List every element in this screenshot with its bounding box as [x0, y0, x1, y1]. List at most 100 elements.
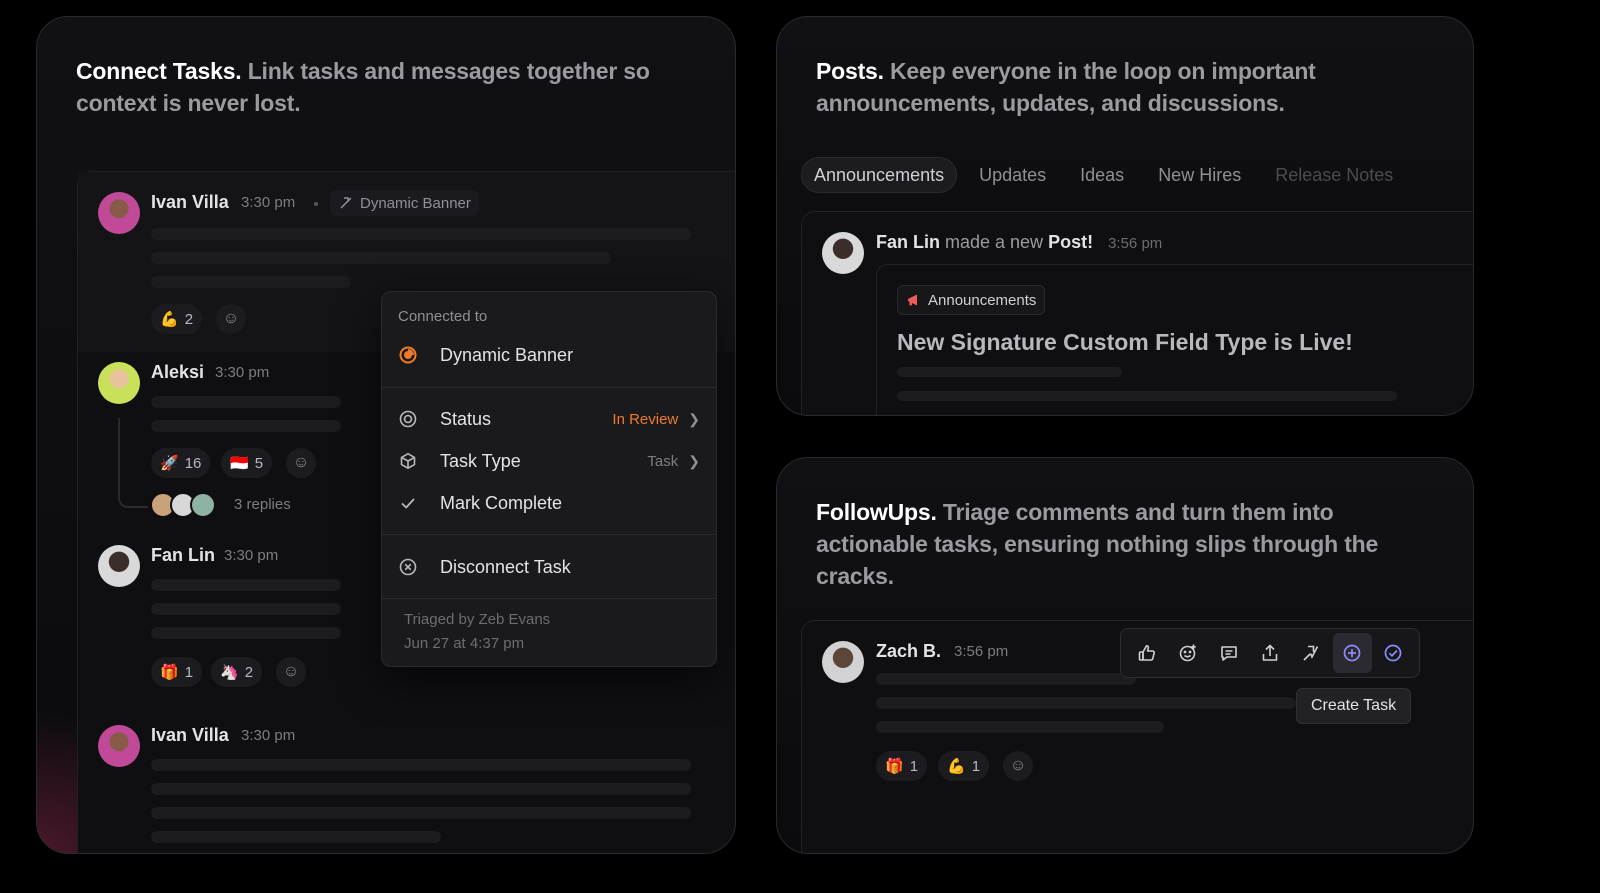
- followup-message-panel: Zach B. 3:56 pm 🎁 1 💪 1 ☺ Create Task: [801, 620, 1473, 853]
- text-placeholder: [897, 367, 1122, 377]
- comment-icon[interactable]: [1209, 633, 1248, 673]
- connected-task-item[interactable]: Dynamic Banner: [398, 340, 700, 370]
- tab-ideas[interactable]: Ideas: [1068, 157, 1136, 193]
- add-reaction-icon[interactable]: ☺: [276, 657, 306, 687]
- post-panel: Fan Lin made a new Post! 3:56 pm Announc…: [801, 211, 1473, 415]
- message-time: 3:30 pm: [215, 364, 270, 381]
- disconnect-task-menu-item[interactable]: Disconnect Task: [398, 552, 700, 582]
- message-author: Zach B.: [876, 641, 942, 661]
- posts-headline-strong: Posts.: [816, 58, 884, 84]
- avatar: [190, 492, 216, 518]
- check-circle-icon[interactable]: [1374, 633, 1413, 673]
- message-action-toolbar: [1120, 628, 1420, 678]
- add-reaction-icon[interactable]: ☺: [216, 304, 246, 334]
- status-menu-item[interactable]: Status In Review ❯: [398, 404, 700, 434]
- avatar: [822, 232, 864, 274]
- message-time: 3:30 pm: [224, 547, 279, 564]
- text-placeholder: [151, 420, 341, 432]
- reaction-badge[interactable]: 💪 1: [938, 751, 990, 781]
- message-ivan-villa-2[interactable]: Ivan Villa 3:30 pm: [78, 707, 735, 853]
- message-time: 3:30 pm: [241, 194, 296, 211]
- add-reaction-icon[interactable]: ☺: [1003, 751, 1033, 781]
- checkmark-icon: [398, 493, 418, 513]
- reaction-emoji: 💪: [947, 758, 966, 775]
- tab-announcements[interactable]: Announcements: [801, 157, 958, 193]
- avatar: [822, 641, 864, 683]
- followups-card: FollowUps. Triage comments and turn them…: [776, 457, 1474, 854]
- reaction-badge[interactable]: 🦄 2: [211, 657, 263, 687]
- task-type-menu-item[interactable]: Task Type Task ❯: [398, 446, 700, 476]
- status-icon: [398, 409, 418, 429]
- post-channel-label: Announcements: [928, 291, 1037, 309]
- connected-task-chip[interactable]: Dynamic Banner: [330, 190, 479, 216]
- reaction-count: 16: [184, 454, 202, 472]
- message-time: 3:56 pm: [954, 643, 1009, 660]
- message-time: 3:30 pm: [241, 727, 296, 744]
- task-type-label: Task Type: [440, 450, 521, 471]
- text-placeholder: [151, 783, 691, 795]
- reaction-count: 5: [254, 454, 264, 472]
- reaction-emoji: 💪: [160, 311, 179, 328]
- link-task-icon: [338, 195, 354, 211]
- tab-new-hires[interactable]: New Hires: [1146, 157, 1253, 193]
- tab-release-notes[interactable]: Release Notes: [1263, 157, 1405, 193]
- post-channel-chip[interactable]: Announcements: [897, 285, 1046, 315]
- message-author: Ivan Villa: [151, 725, 229, 745]
- thread-connector: [118, 418, 148, 508]
- mark-complete-menu-item[interactable]: Mark Complete: [398, 488, 700, 518]
- followups-headline-strong: FollowUps.: [816, 499, 937, 525]
- posts-headline-soft: Keep everyone in the loop on important a…: [816, 58, 1316, 116]
- add-reaction-icon[interactable]: ☺: [286, 448, 316, 478]
- text-placeholder: [876, 673, 1136, 685]
- reaction-badge[interactable]: 🚀 16: [151, 448, 211, 478]
- reaction-emoji: 🦄: [220, 664, 239, 681]
- text-placeholder: [151, 276, 351, 288]
- mark-complete-label: Mark Complete: [440, 492, 563, 513]
- task-type-value: Task: [647, 452, 679, 470]
- text-placeholder: [897, 391, 1397, 401]
- reaction-count: 1: [909, 757, 919, 775]
- text-placeholder: [876, 721, 1164, 733]
- reaction-emoji: 🎁: [885, 758, 904, 775]
- reaction-emoji: 🎁: [160, 664, 179, 681]
- avatar: [98, 725, 140, 767]
- add-reaction-icon[interactable]: [1168, 633, 1207, 673]
- text-placeholder: [151, 396, 341, 408]
- thumbs-up-icon[interactable]: [1127, 633, 1166, 673]
- connected-task-name: Dynamic Banner: [440, 344, 574, 365]
- post-header: Fan Lin made a new Post! 3:56 pm: [876, 232, 1162, 253]
- reaction-emoji: 🚀: [160, 455, 179, 472]
- message-author: Fan Lin: [151, 545, 215, 565]
- reaction-badge[interactable]: 🇮🇩 5: [221, 448, 273, 478]
- message-author: Ivan Villa: [151, 192, 229, 212]
- post-action-strong: Post!: [1048, 232, 1094, 252]
- avatar: [98, 362, 140, 404]
- text-placeholder: [876, 697, 1296, 709]
- avatar: [98, 545, 140, 587]
- text-placeholder: [151, 603, 341, 615]
- reaction-emoji: 🇮🇩: [230, 455, 249, 472]
- connect-tasks-card: Connect Tasks. Link tasks and messages t…: [36, 16, 736, 854]
- reaction-badge[interactable]: 💪 2: [151, 304, 203, 334]
- post-channel-tabs: Announcements Updates Ideas New Hires Re…: [801, 157, 1405, 193]
- connected-to-label: Connected to: [398, 308, 488, 325]
- reaction-badge[interactable]: 🎁 1: [876, 751, 928, 781]
- reaction-count: 2: [184, 310, 194, 328]
- replies-link[interactable]: 3 replies: [234, 496, 291, 513]
- reaction-badge[interactable]: 🎁 1: [151, 657, 203, 687]
- divider: [382, 387, 716, 388]
- text-placeholder: [151, 627, 341, 639]
- reaction-count: 1: [971, 757, 981, 775]
- reaction-count: 2: [244, 663, 254, 681]
- triaged-by: Triaged by Zeb Evans: [404, 611, 551, 628]
- share-icon[interactable]: [1250, 633, 1289, 673]
- tab-updates[interactable]: Updates: [967, 157, 1058, 193]
- link-task-icon[interactable]: [1292, 633, 1331, 673]
- reaction-count: 1: [184, 663, 194, 681]
- create-task-icon[interactable]: [1332, 633, 1372, 673]
- post-card[interactable]: Announcements New Signature Custom Field…: [876, 264, 1473, 415]
- post-time: 3:56 pm: [1108, 235, 1163, 252]
- text-placeholder: [151, 252, 611, 264]
- megaphone-icon: [906, 292, 922, 308]
- message-author: Aleksi: [151, 362, 205, 382]
